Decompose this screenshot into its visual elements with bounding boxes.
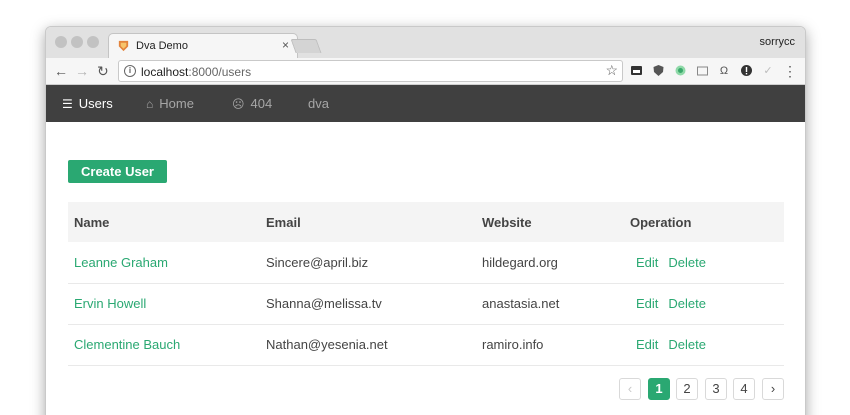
info-icon[interactable]: i [124,65,136,77]
row-operations: Edit Delete [624,283,784,324]
extension-omega-icon[interactable]: Ω [717,64,731,78]
nav-label: dva [308,96,329,111]
nav-label: Home [159,96,194,111]
table-row: Ervin Howell Shanna@melissa.tv anastasia… [68,283,784,324]
bookmark-star-icon[interactable]: ☆ [605,62,618,79]
user-website: hildegard.org [482,254,558,270]
nav-item-home[interactable]: ⌂ Home [146,85,194,122]
profile-name[interactable]: sorrycc [760,36,795,48]
dva-favicon-icon [118,40,129,52]
extension-check-icon[interactable]: ✓ [761,64,775,78]
new-tab-button[interactable] [290,39,322,53]
reload-icon[interactable]: ↻ [97,62,109,80]
table-row: Clementine Bauch Nathan@yesenia.net rami… [68,324,784,365]
window-minimize-dot[interactable] [71,36,83,48]
column-header-email[interactable]: Email [260,202,476,242]
home-icon: ⌂ [146,97,154,111]
nav-label: Users [78,96,113,111]
nav-item-404[interactable]: ☹ 404 [232,85,272,122]
table-row: Leanne Graham Sincere@april.biz hildegar… [68,242,784,283]
edit-link[interactable]: Edit [636,255,658,270]
user-email: Nathan@yesenia.net [266,337,388,352]
frown-icon: ☹ [232,97,245,111]
prev-page-button[interactable]: ‹ [619,378,641,400]
browser-window: Dva Demo × sorrycc ← → ↻ i localhost:800… [45,26,806,415]
tab-strip: Dva Demo × sorrycc [46,27,805,59]
window-close-dot[interactable] [55,36,67,48]
row-operations: Edit Delete [624,324,784,365]
next-page-button[interactable]: › [762,378,784,400]
extension-window-icon[interactable] [695,64,709,78]
users-page: Create User Name Email Website Operation… [46,122,805,415]
user-email: Sincere@april.biz [266,254,369,270]
address-bar[interactable]: i localhost:8000/users ☆ [118,60,623,82]
user-name-link[interactable]: Leanne Graham [68,242,260,283]
row-operations: Edit Delete [624,242,784,283]
edit-link[interactable]: Edit [636,337,658,352]
back-icon[interactable]: ← [54,62,68,80]
extension-tab-icon[interactable] [629,64,643,78]
forward-icon[interactable]: → [75,62,89,80]
user-name-link[interactable]: Ervin Howell [68,283,260,324]
url-text: localhost:8000/users [141,65,252,79]
page-2-button[interactable]: 2 [676,378,698,400]
delete-link[interactable]: Delete [668,296,706,311]
extension-alert-icon[interactable] [739,64,753,78]
column-header-website[interactable]: Website [476,202,624,242]
table-header-row: Name Email Website Operation [68,202,784,242]
tab-title: Dva Demo [136,40,188,52]
column-header-name[interactable]: Name [68,202,260,242]
user-email: Shanna@melissa.tv [266,296,382,311]
extension-shield-icon[interactable] [651,64,665,78]
extension-vue-icon[interactable] [673,64,687,78]
user-website: anastasia.net [482,296,560,311]
page-4-button[interactable]: 4 [733,378,755,400]
user-name-link[interactable]: Clementine Bauch [68,324,260,365]
column-header-operation: Operation [630,214,692,230]
nav-item-dva[interactable]: dva [308,85,329,122]
delete-link[interactable]: Delete [668,337,706,352]
nav-item-users[interactable]: ☰ Users [62,85,113,122]
page-1-button[interactable]: 1 [648,378,670,400]
tab-close-icon[interactable]: × [282,38,289,52]
browser-tab[interactable]: Dva Demo × [108,33,298,59]
users-table: Name Email Website Operation Leanne Grah… [68,202,784,366]
window-maximize-dot[interactable] [87,36,99,48]
nav-label: 404 [250,96,273,111]
browser-toolbar: ← → ↻ i localhost:8000/users ☆ Ω ✓ ⋮ [46,58,805,85]
user-website: ramiro.info [482,337,544,352]
create-user-button[interactable]: Create User [68,160,167,183]
app-navbar: ☰ Users ⌂ Home ☹ 404 dva [46,85,805,122]
delete-link[interactable]: Delete [668,255,706,270]
list-icon: ☰ [62,97,73,111]
edit-link[interactable]: Edit [636,296,658,311]
browser-menu-icon[interactable]: ⋮ [783,64,797,78]
page-3-button[interactable]: 3 [705,378,727,400]
